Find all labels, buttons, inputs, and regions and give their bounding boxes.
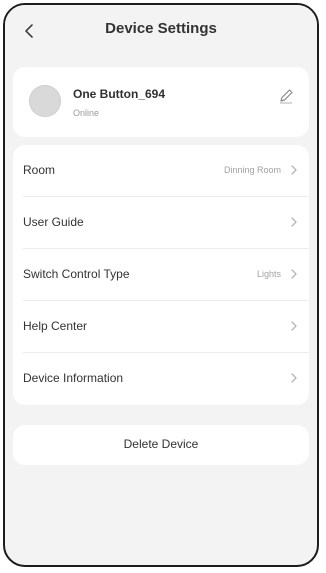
pencil-icon [280,89,293,104]
menu-item-switch-control-type[interactable]: Switch Control Type Lights [13,249,309,301]
settings-menu: Room Dinning Room User Guide Switch Cont… [13,145,309,405]
chevron-right-icon [291,165,297,175]
device-name: One Button_694 [73,87,166,101]
edit-name-button[interactable] [277,87,295,105]
menu-item-user-guide[interactable]: User Guide [13,197,309,249]
menu-item-value: Lights [256,269,281,279]
menu-item-label: Help Center [23,319,88,333]
chevron-right-icon [291,373,297,383]
chevron-right-icon [291,269,297,279]
menu-item-device-information[interactable]: Device Information [13,353,309,405]
menu-item-help-center[interactable]: Help Center [13,301,309,353]
menu-item-room[interactable]: Room Dinning Room [13,145,309,197]
page-title: Device Settings [105,20,217,37]
menu-item-label: User Guide [23,215,84,229]
menu-item-label: Switch Control Type [23,267,130,281]
phone-frame: Device Settings One Button_694 Online Ro… [3,3,319,567]
header-bar: Device Settings [5,5,317,57]
menu-item-label: Room [23,163,56,177]
device-avatar [29,85,61,117]
chevron-right-icon [291,321,297,331]
menu-item-label: Device Information [23,371,124,385]
menu-item-value: Dinning Room [223,165,281,175]
device-card[interactable]: One Button_694 Online [13,67,309,137]
device-status: Online [73,108,100,118]
delete-device-label: Delete Device [123,437,199,451]
delete-device-button[interactable]: Delete Device [13,425,309,465]
chevron-right-icon [291,217,297,227]
